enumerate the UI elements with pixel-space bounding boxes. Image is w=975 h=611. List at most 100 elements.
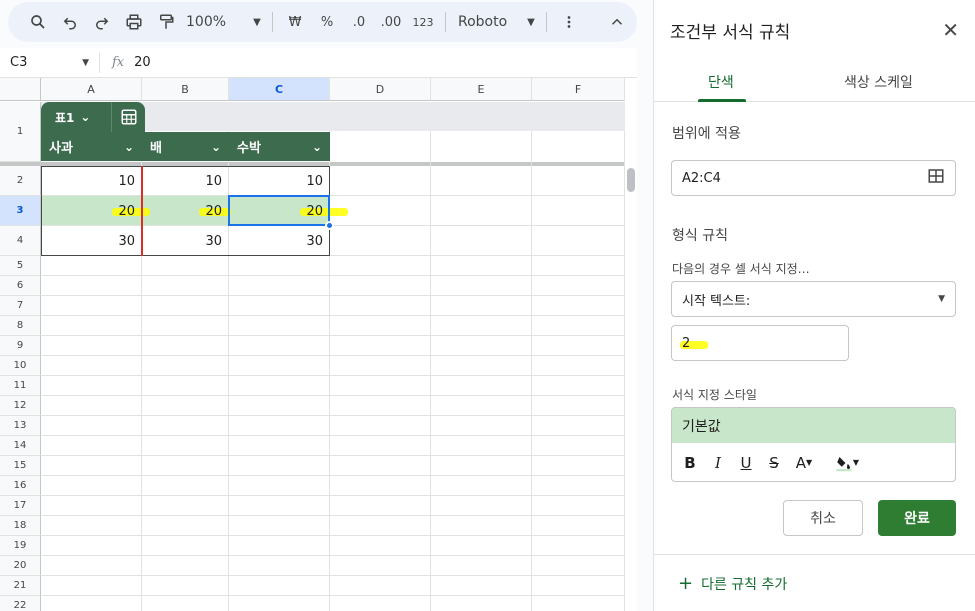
row-header-21[interactable]: 21 (0, 576, 41, 596)
row-header-5[interactable]: 5 (0, 256, 41, 276)
chevron-up-icon[interactable] (601, 8, 633, 36)
chevron-down-icon[interactable]: ⌄ (124, 140, 134, 154)
condition-select[interactable]: 시작 텍스트: ▼ (671, 281, 956, 317)
row-header-13[interactable]: 13 (0, 416, 41, 436)
cancel-button[interactable]: 취소 (783, 500, 863, 536)
row-header-8[interactable]: 8 (0, 316, 41, 336)
row-header-3[interactable]: 3 (0, 196, 41, 226)
panel-tabs: 단색 색상 스케일 (654, 58, 975, 102)
gridline (41, 475, 625, 476)
currency-button[interactable]: ₩ (279, 8, 311, 36)
row-header-2[interactable]: 2 (0, 166, 41, 196)
text-color-icon[interactable]: A ▼ (790, 450, 818, 476)
column-header-d[interactable]: D (330, 78, 431, 101)
chevron-down-icon[interactable]: ⌄ (312, 140, 322, 154)
chevron-down-icon[interactable]: ⌄ (211, 140, 221, 154)
cell-c2[interactable]: 10 (229, 166, 329, 196)
column-header-b[interactable]: B (142, 78, 229, 101)
row-header-10[interactable]: 10 (0, 356, 41, 376)
formula-bar: C3 ▼ fx 20 (0, 48, 637, 78)
percent-button[interactable]: % (311, 8, 343, 36)
row-header-18[interactable]: 18 (0, 516, 41, 536)
table-name-tab[interactable]: 표1 ⌄ (41, 102, 145, 132)
undo-icon[interactable] (54, 8, 86, 36)
table-header-label: 수박 (237, 141, 261, 156)
row-header-6[interactable]: 6 (0, 276, 41, 296)
add-rule-button[interactable]: + 다른 규칙 추가 (678, 573, 787, 594)
strikethrough-icon[interactable]: S (762, 450, 786, 476)
redo-icon[interactable] (86, 8, 118, 36)
row-header-22[interactable]: 22 (0, 596, 41, 611)
number-format-button[interactable]: 123 (407, 8, 439, 36)
row-header-12[interactable]: 12 (0, 396, 41, 416)
decrease-decimal-button[interactable]: .0 (343, 8, 375, 36)
italic-icon[interactable]: I (706, 450, 730, 476)
style-preview[interactable]: 기본값 (672, 408, 955, 443)
row-header-14[interactable]: 14 (0, 436, 41, 456)
formula-input[interactable]: 20 (134, 55, 151, 70)
more-vert-icon[interactable] (553, 8, 585, 36)
cell-a2[interactable]: 10 (42, 166, 141, 196)
fx-label: fx (112, 55, 125, 70)
zoom-select[interactable]: 100% (182, 8, 248, 36)
done-button[interactable]: 완료 (878, 500, 956, 536)
column-header-a[interactable]: A (41, 78, 142, 101)
increase-decimal-button[interactable]: .00 (375, 8, 407, 36)
cell-b4[interactable]: 30 (142, 226, 228, 256)
close-icon[interactable]: ✕ (942, 18, 959, 42)
column-header-c[interactable]: C (229, 78, 330, 101)
row-header-19[interactable]: 19 (0, 536, 41, 556)
name-box[interactable]: C3 ▼ (0, 52, 100, 73)
table-header-c[interactable]: 수박 ⌄ (229, 132, 330, 161)
spreadsheet-grid[interactable]: A B C D E F 1 2 3 4 5 6 7 8 9 10 11 12 1… (0, 78, 637, 611)
underline-icon[interactable]: U (734, 450, 758, 476)
fill-handle[interactable] (325, 221, 334, 230)
gridline (41, 555, 625, 556)
column-resize-indicator[interactable] (141, 166, 143, 256)
select-all-corner[interactable] (0, 78, 41, 101)
tab-single-color[interactable]: 단색 (708, 72, 734, 92)
cell-a4[interactable]: 30 (42, 226, 141, 256)
chevron-down-icon[interactable]: ▼ (522, 8, 540, 36)
column-header-f[interactable]: F (532, 78, 625, 101)
search-icon[interactable] (22, 8, 54, 36)
cell-c4[interactable]: 30 (229, 226, 329, 256)
row-header-16[interactable]: 16 (0, 476, 41, 496)
column-header-e[interactable]: E (431, 78, 532, 101)
format-style-box: 기본값 B I U S A ▼ ▼ (671, 407, 956, 482)
chevron-down-icon[interactable]: ▼ (248, 8, 266, 36)
table-calculator-icon[interactable] (111, 102, 145, 132)
row-header-4[interactable]: 4 (0, 226, 41, 256)
grid-select-icon[interactable] (927, 167, 945, 189)
style-toolbar: B I U S A ▼ ▼ (672, 443, 955, 481)
table-header-a[interactable]: 사과 ⌄ (41, 132, 142, 161)
paint-format-icon[interactable] (150, 8, 182, 36)
chevron-down-icon[interactable]: ⌄ (80, 110, 90, 124)
row-header-7[interactable]: 7 (0, 296, 41, 316)
row-header-11[interactable]: 11 (0, 376, 41, 396)
cell-a3[interactable]: 20 (42, 196, 141, 226)
cell-b2[interactable]: 10 (142, 166, 228, 196)
print-icon[interactable] (118, 8, 150, 36)
apply-range-label: 범위에 적용 (672, 126, 741, 142)
zoom-value: 100% (186, 14, 227, 30)
gridline (41, 335, 625, 336)
row-header-9[interactable]: 9 (0, 336, 41, 356)
input-value: 2 (682, 335, 691, 351)
condition-value-input[interactable]: 2 (671, 325, 849, 361)
tab-color-scale[interactable]: 색상 스케일 (844, 72, 913, 92)
range-input[interactable]: A2:C4 (671, 160, 956, 196)
row-header-17[interactable]: 17 (0, 496, 41, 516)
row-header-20[interactable]: 20 (0, 556, 41, 576)
gridline (41, 455, 625, 456)
fill-color-icon[interactable]: ▼ (830, 450, 864, 476)
row-header-1[interactable]: 1 (0, 102, 41, 162)
vertical-scrollbar[interactable] (627, 168, 635, 192)
row-header-15[interactable]: 15 (0, 456, 41, 476)
font-name: Roboto (458, 14, 508, 30)
table-header-b[interactable]: 배 ⌄ (142, 132, 229, 161)
cell-b3[interactable]: 20 (142, 196, 228, 226)
font-select[interactable]: Roboto (452, 8, 522, 36)
panel-title: 조건부 서식 규칙 (670, 23, 791, 43)
bold-icon[interactable]: B (678, 450, 702, 476)
